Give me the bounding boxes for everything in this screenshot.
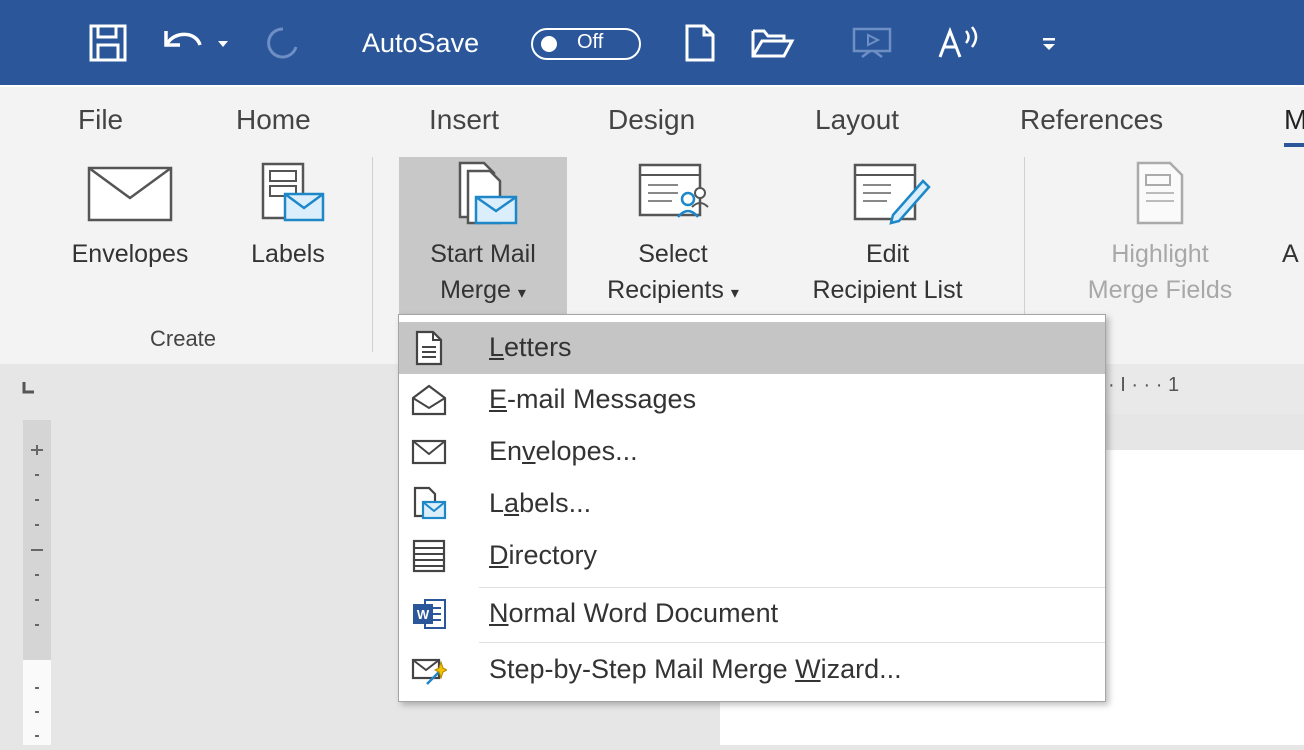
menu-item-labels[interactable]: Labels... [399, 478, 1105, 530]
select-recipients-label-line1: Select [638, 240, 708, 268]
ribbon-separator [372, 157, 373, 352]
menu-item-label: Letters [489, 332, 572, 362]
labels-label: Labels [251, 240, 325, 268]
open-folder-icon[interactable] [750, 22, 796, 64]
menu-item-label: E-mail Messages [489, 384, 697, 414]
start-mail-merge-label-line2: Merge ▾ [440, 276, 526, 304]
title-bar: AutoSave Off [0, 0, 1304, 87]
tab-home[interactable]: Home [236, 104, 311, 136]
labels-button[interactable]: Labels [228, 160, 348, 272]
vertical-ruler-lower [23, 660, 51, 745]
dropdown-arrow-icon: ▾ [517, 285, 526, 302]
envelope-icon [411, 439, 447, 465]
autosave-label: AutoSave [362, 27, 480, 58]
highlight-label-line1: Highlight [1111, 240, 1209, 268]
toggle-knob [541, 36, 557, 52]
menu-separator [479, 642, 1105, 643]
wizard-icon [411, 658, 447, 685]
tab-file[interactable]: File [78, 104, 123, 136]
tab-references[interactable]: References [1020, 104, 1163, 136]
tab-mailings[interactable]: M [1284, 104, 1304, 136]
autosave-state: Off [577, 31, 604, 53]
ribbon-tabs: File Home Insert Design Layout Reference… [0, 87, 1304, 149]
email-message-icon [411, 384, 447, 416]
menu-item-label: Directory [489, 540, 598, 570]
edit-recipient-list-label-line2: Recipient List [812, 276, 963, 304]
labels-icon [413, 486, 447, 520]
select-recipients-icon [574, 160, 772, 228]
address-block-button[interactable]: A [1282, 236, 1304, 272]
start-mail-merge-label-line1: Start Mail [430, 240, 536, 268]
menu-item-directory[interactable]: Directory [399, 530, 1105, 582]
active-tab-underline [1284, 143, 1304, 147]
dropdown-arrow-icon: ▾ [730, 285, 739, 302]
menu-item-mail-merge-wizard[interactable]: Step-by-Step Mail Merge Wizard... [399, 644, 1105, 696]
directory-icon [412, 539, 446, 573]
ruler-corner [0, 364, 85, 414]
new-document-icon[interactable] [682, 22, 718, 64]
customize-toolbar-icon[interactable] [1040, 22, 1060, 64]
highlight-label-line2: Merge Fields [1087, 276, 1233, 304]
envelopes-label: Envelopes [71, 240, 189, 268]
labels-icon [228, 160, 348, 228]
edit-recipient-list-icon [780, 160, 995, 228]
tab-design[interactable]: Design [608, 104, 695, 136]
edit-recipient-list-button[interactable]: Edit Recipient List [780, 160, 995, 308]
menu-item-email-messages[interactable]: E-mail Messages [399, 374, 1105, 426]
envelope-icon [50, 160, 210, 228]
group-create-label: Create [150, 326, 217, 351]
select-recipients-button[interactable]: Select Recipients ▾ [574, 160, 772, 312]
tab-layout[interactable]: Layout [815, 104, 899, 136]
highlight-merge-fields-button: Highlight Merge Fields [1050, 160, 1270, 308]
document-icon [415, 330, 443, 366]
svg-text:W: W [417, 607, 430, 622]
word-document-icon: W [413, 599, 446, 629]
redo-icon [260, 22, 306, 64]
vertical-ruler [23, 420, 51, 660]
tab-stop-icon[interactable] [22, 380, 36, 394]
select-recipients-label-line2: Recipients ▾ [607, 276, 739, 304]
menu-item-normal-word-document[interactable]: W Normal Word Document [399, 588, 1105, 640]
envelopes-button[interactable]: Envelopes [50, 160, 210, 272]
start-mail-merge-icon [399, 160, 567, 228]
ruler-marks: · I · · · 1 [1108, 374, 1180, 396]
menu-item-label: Step-by-Step Mail Merge Wizard... [489, 654, 902, 684]
save-icon[interactable] [88, 22, 128, 64]
edit-recipient-list-label-line1: Edit [865, 240, 910, 268]
menu-item-label: Labels... [489, 488, 592, 518]
menu-item-envelopes[interactable]: Envelopes... [399, 426, 1105, 478]
read-aloud-icon[interactable] [936, 22, 988, 64]
start-mail-merge-menu: Letters E-mail Messages Envelopes... Lab… [398, 314, 1106, 702]
menu-item-label: Envelopes... [489, 436, 638, 466]
menu-item-letters[interactable]: Letters [399, 322, 1105, 374]
highlight-merge-fields-icon [1050, 160, 1270, 228]
present-icon [850, 22, 896, 64]
tab-insert[interactable]: Insert [429, 104, 499, 136]
autosave-toggle[interactable]: Off [531, 28, 641, 60]
undo-icon[interactable] [160, 22, 206, 64]
start-mail-merge-button[interactable]: Start Mail Merge ▾ [399, 160, 567, 312]
menu-item-label: Normal Word Document [489, 598, 779, 628]
undo-dropdown-icon[interactable] [216, 22, 230, 64]
